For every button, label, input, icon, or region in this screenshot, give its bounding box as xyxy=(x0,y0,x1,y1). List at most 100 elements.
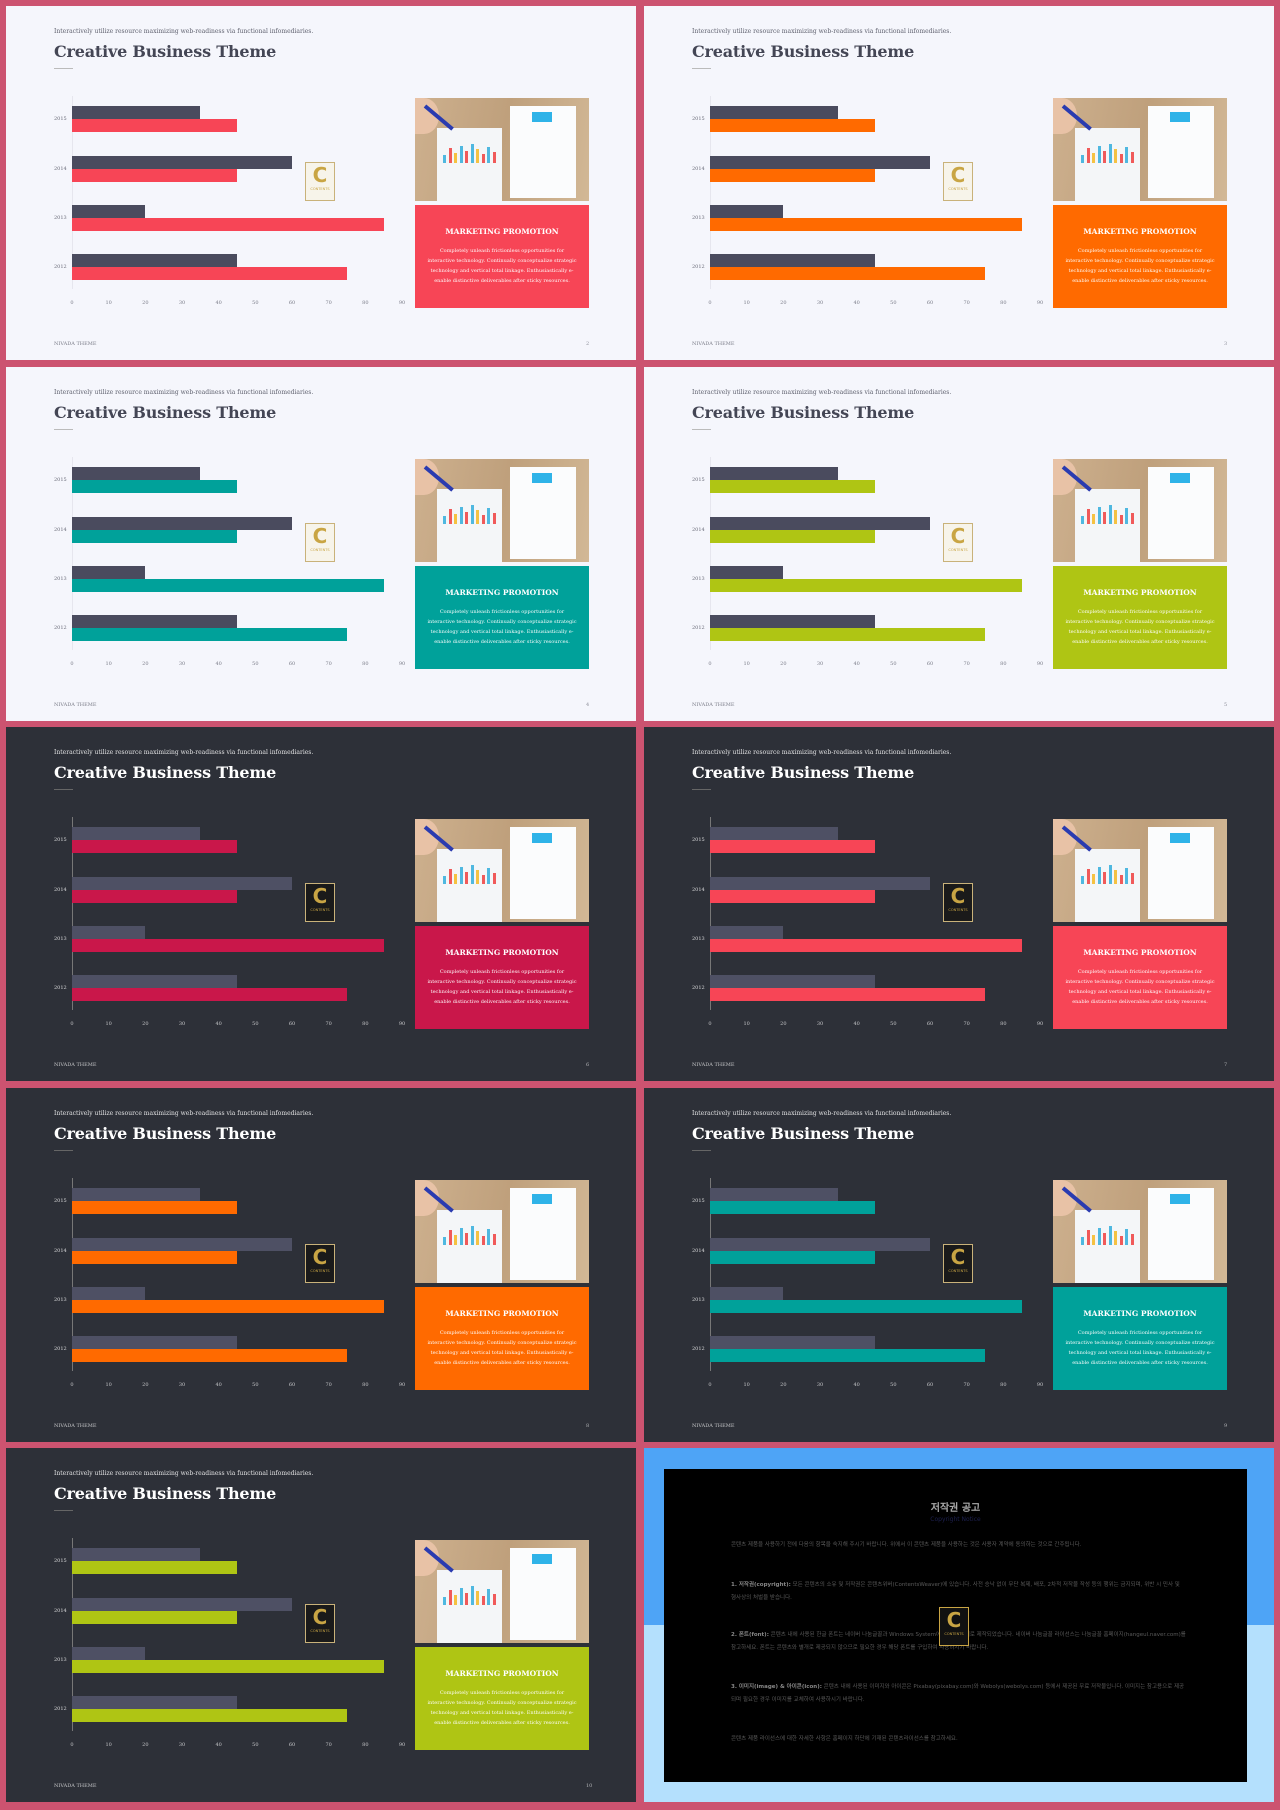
photo-chart-bar xyxy=(465,1593,468,1605)
bar-2014-series-1 xyxy=(72,877,292,890)
photo-chart-bar xyxy=(487,1229,490,1245)
bar-2015-series-2 xyxy=(72,480,237,493)
y-tick-label: 2013 xyxy=(54,576,67,582)
x-tick-label: 80 xyxy=(362,1742,369,1748)
logo-text: CONTENTS xyxy=(310,908,330,912)
x-tick-label: 50 xyxy=(252,661,259,667)
photo-chart-bar xyxy=(1125,1229,1128,1245)
y-tick-label: 2013 xyxy=(54,215,67,221)
bar-2013-series-1 xyxy=(72,1287,146,1300)
photo-chart-bar xyxy=(1130,1234,1134,1245)
photo-chart-bar xyxy=(1125,147,1128,163)
photo-chart-bar xyxy=(476,1591,479,1605)
slide-5[interactable]: Interactively utilize resource maximizin… xyxy=(644,367,1274,721)
y-tick-label: 2014 xyxy=(692,527,705,533)
bar-2013-series-2 xyxy=(72,218,384,231)
x-tick-label: 80 xyxy=(1000,1021,1007,1027)
photo-chart-bar xyxy=(476,1231,479,1245)
y-tick-label: 2012 xyxy=(54,625,67,631)
slide-3[interactable]: Interactively utilize resource maximizin… xyxy=(644,6,1274,360)
photo-chart-bar xyxy=(1097,867,1101,884)
photo-chart-bar xyxy=(1086,509,1090,524)
photo-chart-bar xyxy=(454,874,457,884)
bar-2014-series-2 xyxy=(72,530,237,543)
logo-letter: C xyxy=(312,884,328,908)
y-tick-label: 2014 xyxy=(54,527,67,533)
photo-chart-bar xyxy=(1125,868,1128,884)
logo-text: CONTENTS xyxy=(948,187,968,191)
x-tick-label: 30 xyxy=(178,300,186,306)
photo-resume-paper xyxy=(510,827,576,919)
promotion-body: Completely unleash frictionless opportun… xyxy=(427,969,577,1005)
slide-9[interactable]: Interactively utilize resource maximizin… xyxy=(644,1088,1274,1442)
watermark-logo: C CONTENTS xyxy=(943,1244,973,1283)
slide-title: Creative Business Theme xyxy=(54,1484,277,1503)
photo-report-paper xyxy=(437,1210,502,1283)
photo-chart-bar xyxy=(487,868,490,884)
bar-2013-series-2 xyxy=(72,1660,384,1673)
photo-chart-bar xyxy=(481,1236,485,1245)
footer-brand: NIVADA THEME xyxy=(54,341,97,347)
slide-4[interactable]: Interactively utilize resource maximizin… xyxy=(6,367,636,721)
bar-2014-series-2 xyxy=(710,890,875,903)
photo-chart-bar xyxy=(443,1597,446,1605)
x-tick-label: 80 xyxy=(362,300,369,306)
bar-2012-series-2 xyxy=(710,267,985,280)
slide-7[interactable]: Interactively utilize resource maximizin… xyxy=(644,727,1274,1081)
promotion-heading: MARKETING PROMOTION xyxy=(1083,227,1197,236)
photo-chart-bar xyxy=(1086,869,1090,884)
photo-chart-bar xyxy=(1108,144,1112,163)
x-tick-label: 70 xyxy=(325,1742,332,1748)
photo-chart-bar xyxy=(487,1589,490,1605)
photo-chart-bar xyxy=(1114,510,1117,524)
bar-2012-series-2 xyxy=(710,628,985,641)
slide-8[interactable]: Interactively utilize resource maximizin… xyxy=(6,1088,636,1442)
bar-2015-series-2 xyxy=(710,1201,875,1214)
bar-2012-series-1 xyxy=(710,975,875,988)
bar-2013-series-1 xyxy=(72,566,146,579)
watermark-logo: C CONTENTS xyxy=(939,1607,969,1646)
x-tick-label: 20 xyxy=(142,300,149,306)
x-tick-label: 90 xyxy=(398,1021,406,1027)
photo-report-paper xyxy=(437,489,502,562)
promotion-body: Completely unleash frictionless opportun… xyxy=(427,1690,577,1726)
x-tick-label: 30 xyxy=(178,661,186,667)
slide-10[interactable]: Interactively utilize resource maximizin… xyxy=(6,1448,636,1802)
slide-subtitle: Interactively utilize resource maximizin… xyxy=(54,28,314,35)
photo-chart-bar xyxy=(1097,1228,1101,1245)
y-tick-label: 2012 xyxy=(692,1346,705,1352)
photo-chart-bar xyxy=(1130,513,1134,524)
promotion-heading: MARKETING PROMOTION xyxy=(1083,948,1197,957)
slide-title: Creative Business Theme xyxy=(692,1124,915,1143)
x-tick-label: 80 xyxy=(362,1021,369,1027)
bar-2013-series-2 xyxy=(72,579,384,592)
y-tick-label: 2014 xyxy=(692,1248,705,1254)
x-tick-label: 40 xyxy=(853,661,860,667)
watermark-logo: C CONTENTS xyxy=(305,1244,335,1283)
bar-2013-series-2 xyxy=(710,218,1022,231)
page-number: 3 xyxy=(1224,341,1228,347)
promotion-body: Completely unleash frictionless opportun… xyxy=(427,248,577,284)
title-underline xyxy=(692,429,711,430)
x-tick-label: 10 xyxy=(105,1021,112,1027)
x-tick-label: 30 xyxy=(178,1382,186,1388)
slide-title: Creative Business Theme xyxy=(54,403,277,422)
x-tick-label: 0 xyxy=(70,661,74,667)
photo-chart-bar xyxy=(459,1228,463,1245)
x-tick-label: 90 xyxy=(398,1742,406,1748)
slide-2[interactable]: Interactively utilize resource maximizin… xyxy=(6,6,636,360)
promotion-heading: MARKETING PROMOTION xyxy=(1083,1309,1197,1318)
x-tick-label: 50 xyxy=(252,1382,259,1388)
x-tick-label: 40 xyxy=(215,661,222,667)
promotion-heading: MARKETING PROMOTION xyxy=(445,227,559,236)
copyright-item-1: 1. 저작권(copyright): 모든 콘텐츠의 소유 및 저작권은 콘텐츠… xyxy=(731,1579,1186,1605)
slide-6[interactable]: Interactively utilize resource maximizin… xyxy=(6,727,636,1081)
y-tick-label: 2015 xyxy=(54,1198,67,1204)
y-tick-label: 2015 xyxy=(54,837,67,843)
watermark-logo: C CONTENTS xyxy=(943,523,973,562)
x-tick-label: 40 xyxy=(215,300,222,306)
watermark-logo: C CONTENTS xyxy=(943,162,973,201)
photo-chart-bar xyxy=(1119,515,1123,524)
photo-chart-bar xyxy=(1114,149,1117,163)
photo-chart-bar xyxy=(1081,876,1084,884)
